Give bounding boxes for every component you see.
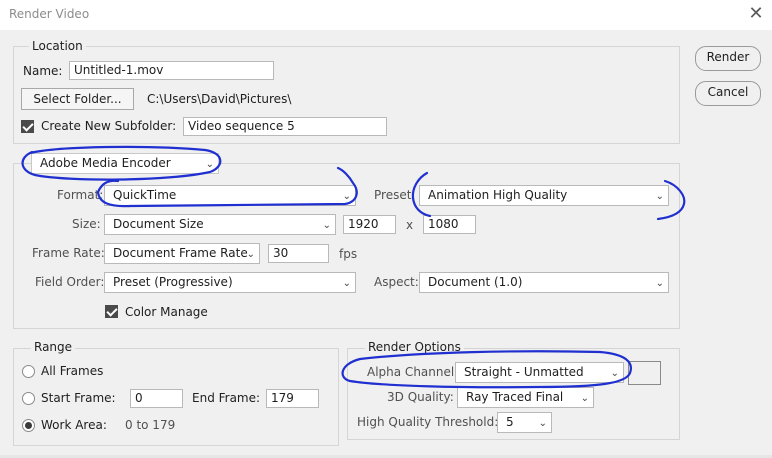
format-label: Format: <box>57 188 104 202</box>
hq-threshold-label: High Quality Threshold: <box>357 415 499 429</box>
chevron-down-icon: ⌄ <box>655 191 664 202</box>
fieldorder-select[interactable]: Preset (Progressive) ⌄ <box>104 272 356 293</box>
range-legend: Range <box>31 340 76 354</box>
chevron-down-icon: ⌄ <box>655 278 664 289</box>
title-bar <box>0 0 772 30</box>
render-button[interactable]: Render <box>695 46 761 71</box>
end-frame-input[interactable]: 179 <box>266 389 319 408</box>
chevron-down-icon: ⌄ <box>322 220 331 231</box>
start-frame-input[interactable]: 0 <box>130 389 183 408</box>
chevron-down-icon: ⌄ <box>205 159 214 170</box>
create-subfolder-label: Create New Subfolder: <box>41 119 177 133</box>
fieldorder-value: Preset (Progressive) <box>113 275 233 289</box>
size-select[interactable]: Document Size ⌄ <box>104 214 336 235</box>
chevron-down-icon: ⌄ <box>246 249 255 260</box>
preset-select[interactable]: Animation High Quality ⌄ <box>419 185 669 206</box>
close-icon[interactable]: ✕ <box>746 3 766 25</box>
size-label: Size: <box>72 217 101 231</box>
alpha-channel-select[interactable]: Straight - Unmatted ⌄ <box>455 362 624 383</box>
name-input[interactable]: Untitled-1.mov <box>69 61 274 80</box>
work-area-radio[interactable] <box>22 419 35 432</box>
format-value: QuickTime <box>113 188 177 202</box>
quality3d-select[interactable]: Ray Traced Final ⌄ <box>457 387 594 408</box>
color-manage-checkbox[interactable] <box>105 305 118 318</box>
name-label: Name: <box>23 64 63 78</box>
framerate-select[interactable]: Document Frame Rate ⌄ <box>104 243 260 264</box>
format-select[interactable]: QuickTime ⌄ <box>104 185 356 206</box>
fps-unit: fps <box>339 247 358 261</box>
chevron-down-icon: ⌄ <box>342 278 351 289</box>
folder-path: C:\Users\David\Pictures\ <box>147 92 292 106</box>
preset-label: Preset: <box>374 188 416 202</box>
start-frame-label: Start Frame: <box>41 391 116 405</box>
chevron-down-icon: ⌄ <box>580 393 589 404</box>
hq-threshold-select[interactable]: 5 ⌄ <box>497 412 552 433</box>
encoder-value: Adobe Media Encoder <box>40 156 171 170</box>
fieldorder-label: Field Order: <box>35 275 105 289</box>
fps-input[interactable]: 30 <box>268 244 329 263</box>
framerate-label: Frame Rate: <box>32 246 105 260</box>
size-separator: x <box>406 218 414 232</box>
height-input[interactable]: 1080 <box>423 215 476 234</box>
alpha-channel-value: Straight - Unmatted <box>464 365 584 379</box>
create-subfolder-checkbox[interactable] <box>21 120 34 133</box>
all-frames-radio[interactable] <box>22 365 35 378</box>
color-manage-label: Color Manage <box>125 305 208 319</box>
chevron-down-icon: ⌄ <box>610 368 619 379</box>
subfolder-input[interactable]: Video sequence 5 <box>183 117 387 136</box>
matte-color-swatch[interactable] <box>628 361 661 385</box>
encoder-select[interactable]: Adobe Media Encoder ⌄ <box>31 153 219 174</box>
framerate-value: Document Frame Rate <box>113 246 248 260</box>
select-folder-button[interactable]: Select Folder... <box>21 88 134 110</box>
chevron-down-icon: ⌄ <box>342 191 351 202</box>
work-area-label: Work Area: <box>41 418 107 432</box>
work-area-value: 0 to 179 <box>125 418 176 432</box>
hq-threshold-value: 5 <box>506 415 514 429</box>
start-frame-radio[interactable] <box>22 392 35 405</box>
alpha-channel-label: Alpha Channel: <box>367 365 459 379</box>
size-value: Document Size <box>113 217 204 231</box>
window-title: Render Video <box>9 7 90 21</box>
render-options-legend: Render Options <box>365 340 464 354</box>
all-frames-label: All Frames <box>41 364 104 378</box>
chevron-down-icon: ⌄ <box>538 418 547 429</box>
cancel-button[interactable]: Cancel <box>695 81 761 106</box>
quality3d-label: 3D Quality: <box>387 390 454 404</box>
location-legend: Location <box>29 39 86 53</box>
aspect-value: Document (1.0) <box>428 275 523 289</box>
aspect-select[interactable]: Document (1.0) ⌄ <box>419 272 669 293</box>
width-input[interactable]: 1920 <box>343 215 396 234</box>
end-frame-label: End Frame: <box>192 391 261 405</box>
quality3d-value: Ray Traced Final <box>466 390 564 404</box>
preset-value: Animation High Quality <box>428 188 568 202</box>
aspect-label: Aspect: <box>374 275 419 289</box>
